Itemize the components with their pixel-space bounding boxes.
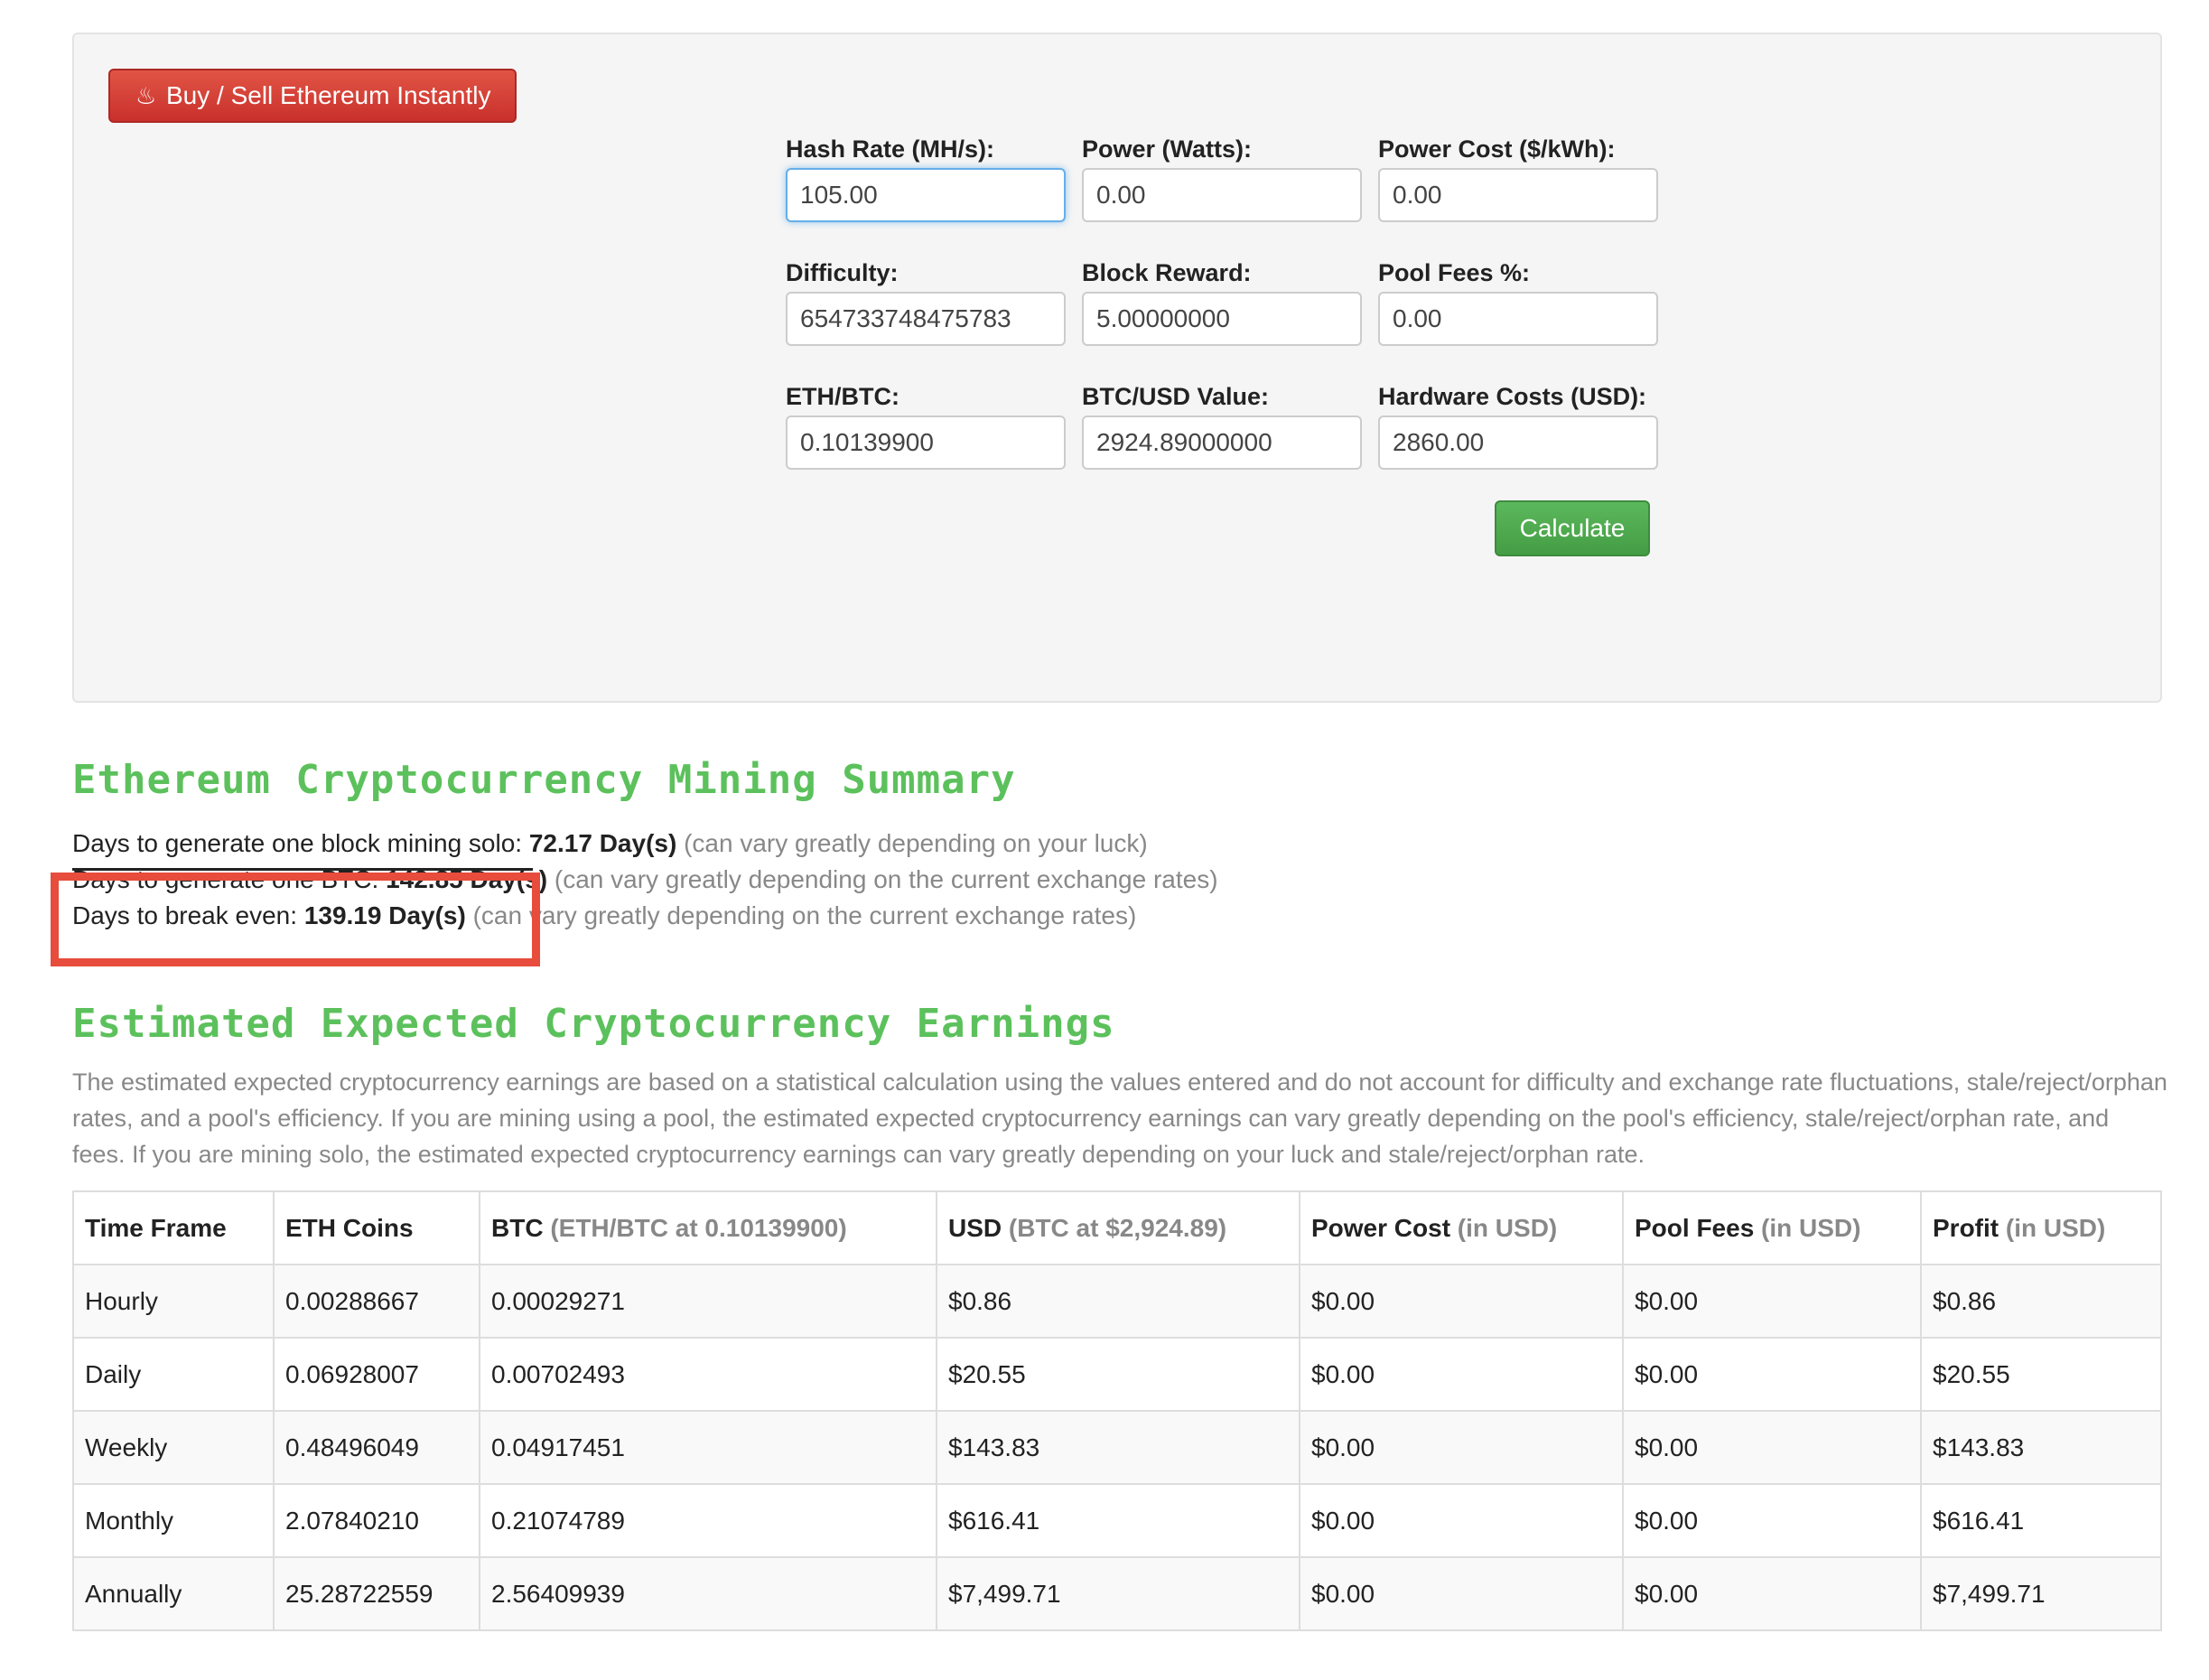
- power-label: Power (Watts):: [1082, 135, 1252, 163]
- pool-fees-input[interactable]: [1378, 292, 1658, 346]
- earnings-description: The estimated expected cryptocurrency ea…: [72, 1069, 2167, 1168]
- power-input[interactable]: [1082, 168, 1362, 222]
- cell-time-frame: Weekly: [72, 1410, 275, 1485]
- cell-power-cost: $0.00: [1299, 1264, 1624, 1339]
- cell-power-cost: $0.00: [1299, 1410, 1624, 1485]
- pool-fees-label: Pool Fees %:: [1378, 259, 1531, 286]
- btc-usd-input[interactable]: [1082, 415, 1362, 470]
- table-row: Annually 25.28722559 2.56409939 $7,499.7…: [72, 1556, 2162, 1631]
- cell-profit: $7,499.71: [1920, 1556, 2162, 1631]
- table-row: Hourly 0.00288667 0.00029271 $0.86 $0.00…: [72, 1264, 2162, 1339]
- eth-btc-input[interactable]: [786, 415, 1066, 470]
- fire-icon: ♨: [135, 82, 157, 109]
- summary-title: Ethereum Cryptocurrency Mining Summary: [72, 757, 1016, 803]
- cell-profit: $20.55: [1920, 1337, 2162, 1412]
- summary-block-prefix: Days to generate one block mining solo:: [72, 829, 529, 857]
- cell-time-frame: Monthly: [72, 1483, 275, 1558]
- table-header-row: Time Frame ETH Coins BTC (ETH/BTC at 0.1…: [72, 1190, 2162, 1265]
- cell-pool-fees: $0.00: [1622, 1410, 1922, 1485]
- hash-rate-label: Hash Rate (MH/s):: [786, 135, 995, 163]
- cell-usd: $0.86: [936, 1264, 1300, 1339]
- buy-sell-label: Buy / Sell Ethereum Instantly: [166, 81, 491, 109]
- cell-time-frame: Annually: [72, 1556, 275, 1631]
- hash-rate-input[interactable]: [786, 168, 1066, 222]
- btc-usd-label: BTC/USD Value:: [1082, 383, 1270, 410]
- hardware-costs-label: Hardware Costs (USD):: [1378, 383, 1647, 410]
- block-reward-input[interactable]: [1082, 292, 1362, 346]
- cell-usd: $616.41: [936, 1483, 1300, 1558]
- cell-btc: 2.56409939: [479, 1556, 937, 1631]
- hardware-costs-input[interactable]: [1378, 415, 1658, 470]
- cell-profit: $143.83: [1920, 1410, 2162, 1485]
- cell-power-cost: $0.00: [1299, 1483, 1624, 1558]
- cell-btc: 0.04917451: [479, 1410, 937, 1485]
- cell-eth-coins: 0.00288667: [273, 1264, 480, 1339]
- cell-pool-fees: $0.00: [1622, 1264, 1922, 1339]
- summary-block-note: (can vary greatly depending on your luck…: [676, 829, 1148, 857]
- calculator-panel: [72, 33, 2162, 703]
- cell-usd: $143.83: [936, 1410, 1300, 1485]
- cell-pool-fees: $0.00: [1622, 1337, 1922, 1412]
- cell-eth-coins: 2.07840210: [273, 1483, 480, 1558]
- cell-profit: $616.41: [1920, 1483, 2162, 1558]
- power-cost-input[interactable]: [1378, 168, 1658, 222]
- table-row: Daily 0.06928007 0.00702493 $20.55 $0.00…: [72, 1337, 2162, 1412]
- summary-block-line: Days to generate one block mining solo: …: [72, 829, 1148, 858]
- header-time-frame: Time Frame: [72, 1190, 275, 1265]
- cell-pool-fees: $0.00: [1622, 1483, 1922, 1558]
- header-power-cost: Power Cost (in USD): [1299, 1190, 1624, 1265]
- earnings-table: Time Frame ETH Coins BTC (ETH/BTC at 0.1…: [72, 1190, 2162, 1631]
- cell-profit: $0.86: [1920, 1264, 2162, 1339]
- summary-btc-note: (can vary greatly depending on the curre…: [547, 865, 1218, 893]
- cell-btc: 0.00029271: [479, 1264, 937, 1339]
- power-cost-label: Power Cost ($/kWh):: [1378, 135, 1616, 163]
- header-profit: Profit (in USD): [1920, 1190, 2162, 1265]
- header-eth-coins: ETH Coins: [273, 1190, 480, 1265]
- calculate-button[interactable]: Calculate: [1495, 500, 1650, 556]
- eth-btc-label: ETH/BTC:: [786, 383, 899, 410]
- difficulty-input[interactable]: [786, 292, 1066, 346]
- header-pool-fees: Pool Fees (in USD): [1622, 1190, 1922, 1265]
- summary-break-even-note: (can vary greatly depending on the curre…: [465, 901, 1137, 929]
- cell-pool-fees: $0.00: [1622, 1556, 1922, 1631]
- highlight-box: [51, 873, 540, 966]
- difficulty-label: Difficulty:: [786, 259, 899, 286]
- cell-btc: 0.00702493: [479, 1337, 937, 1412]
- cell-power-cost: $0.00: [1299, 1337, 1624, 1412]
- summary-block-value: 72.17 Day(s): [528, 829, 677, 857]
- block-reward-label: Block Reward:: [1082, 259, 1252, 286]
- earnings-title: Estimated Expected Cryptocurrency Earnin…: [72, 1001, 1115, 1047]
- cell-eth-coins: 0.06928007: [273, 1337, 480, 1412]
- cell-usd: $20.55: [936, 1337, 1300, 1412]
- cell-time-frame: Daily: [72, 1337, 275, 1412]
- header-usd: USD (BTC at $2,924.89): [936, 1190, 1300, 1265]
- cell-time-frame: Hourly: [72, 1264, 275, 1339]
- table-row: Weekly 0.48496049 0.04917451 $143.83 $0.…: [72, 1410, 2162, 1485]
- table-row: Monthly 2.07840210 0.21074789 $616.41 $0…: [72, 1483, 2162, 1558]
- cell-eth-coins: 25.28722559: [273, 1556, 480, 1631]
- buy-sell-ethereum-button[interactable]: ♨ Buy / Sell Ethereum Instantly: [108, 69, 517, 123]
- cell-power-cost: $0.00: [1299, 1556, 1624, 1631]
- cell-usd: $7,499.71: [936, 1556, 1300, 1631]
- header-btc: BTC (ETH/BTC at 0.10139900): [479, 1190, 937, 1265]
- cell-btc: 0.21074789: [479, 1483, 937, 1558]
- strikethrough-line: [72, 868, 533, 871]
- cell-eth-coins: 0.48496049: [273, 1410, 480, 1485]
